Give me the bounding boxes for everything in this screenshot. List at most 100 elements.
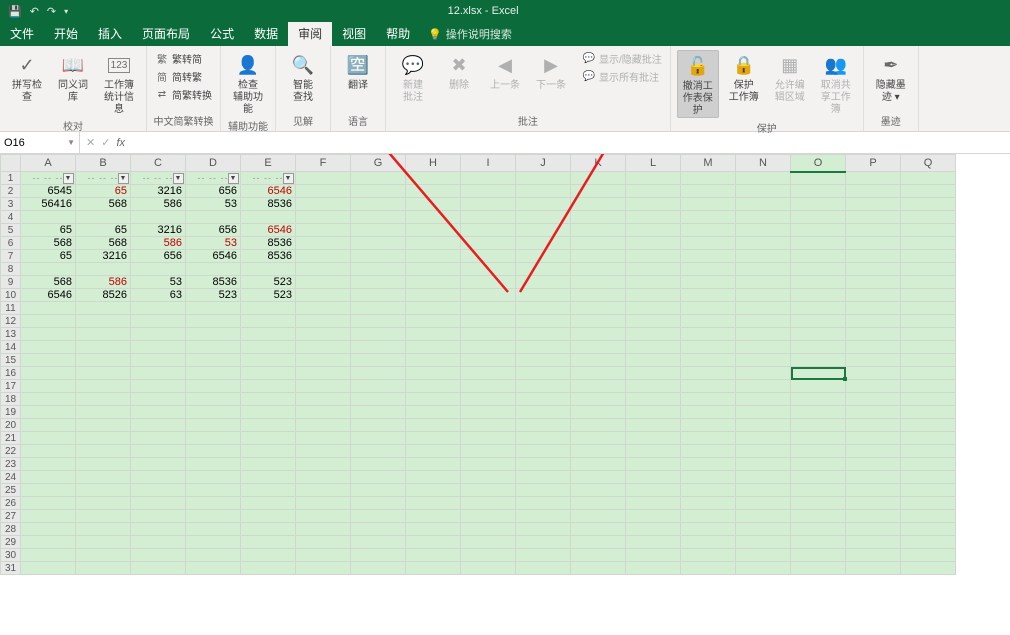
cell-M29[interactable]: [681, 536, 736, 549]
cell-D18[interactable]: [186, 393, 241, 406]
cell-C16[interactable]: [131, 367, 186, 380]
namebox-dropdown-icon[interactable]: ▼: [67, 138, 75, 147]
cell-A27[interactable]: [21, 510, 76, 523]
cell-E31[interactable]: [241, 562, 296, 575]
cell-C9[interactable]: 53: [131, 276, 186, 289]
row-header-25[interactable]: 25: [1, 484, 21, 497]
cell-G11[interactable]: [351, 302, 406, 315]
cell-K15[interactable]: [571, 354, 626, 367]
cell-G31[interactable]: [351, 562, 406, 575]
cell-O21[interactable]: [791, 432, 846, 445]
cell-Q5[interactable]: [901, 224, 956, 237]
cell-O28[interactable]: [791, 523, 846, 536]
cell-P1[interactable]: [846, 172, 901, 185]
filter-dropdown-icon[interactable]: ▼: [118, 173, 129, 184]
cell-L13[interactable]: [626, 328, 681, 341]
cell-J26[interactable]: [516, 497, 571, 510]
cell-A21[interactable]: [21, 432, 76, 445]
cell-M1[interactable]: [681, 172, 736, 185]
cell-I2[interactable]: [461, 185, 516, 198]
cell-L30[interactable]: [626, 549, 681, 562]
cell-L18[interactable]: [626, 393, 681, 406]
cell-F15[interactable]: [296, 354, 351, 367]
cell-O17[interactable]: [791, 380, 846, 393]
col-header-F[interactable]: F: [296, 155, 351, 172]
cell-A15[interactable]: [21, 354, 76, 367]
cell-J16[interactable]: [516, 367, 571, 380]
cell-B16[interactable]: [76, 367, 131, 380]
cell-J12[interactable]: [516, 315, 571, 328]
cell-I3[interactable]: [461, 198, 516, 211]
cell-N24[interactable]: [736, 471, 791, 484]
cell-K2[interactable]: [571, 185, 626, 198]
filter-dropdown-icon[interactable]: ▼: [228, 173, 239, 184]
filter-cell-C[interactable]: -- -- --▼: [131, 172, 186, 185]
cell-I6[interactable]: [461, 237, 516, 250]
tab-formulas[interactable]: 公式: [200, 22, 244, 46]
cell-N23[interactable]: [736, 458, 791, 471]
cell-P11[interactable]: [846, 302, 901, 315]
cell-E15[interactable]: [241, 354, 296, 367]
col-header-B[interactable]: B: [76, 155, 131, 172]
cell-Q10[interactable]: [901, 289, 956, 302]
cell-E7[interactable]: 8536: [241, 250, 296, 263]
cell-I18[interactable]: [461, 393, 516, 406]
cell-G10[interactable]: [351, 289, 406, 302]
cell-P14[interactable]: [846, 341, 901, 354]
cell-P17[interactable]: [846, 380, 901, 393]
cell-A4[interactable]: [21, 211, 76, 224]
cell-L4[interactable]: [626, 211, 681, 224]
row-header-9[interactable]: 9: [1, 276, 21, 289]
cell-O7[interactable]: [791, 250, 846, 263]
cell-P21[interactable]: [846, 432, 901, 445]
cell-Q15[interactable]: [901, 354, 956, 367]
cell-F4[interactable]: [296, 211, 351, 224]
cell-F6[interactable]: [296, 237, 351, 250]
cell-L10[interactable]: [626, 289, 681, 302]
cell-F21[interactable]: [296, 432, 351, 445]
select-all-corner[interactable]: [1, 155, 21, 172]
cell-A8[interactable]: [21, 263, 76, 276]
cell-A10[interactable]: 6546: [21, 289, 76, 302]
cell-N20[interactable]: [736, 419, 791, 432]
row-header-2[interactable]: 2: [1, 185, 21, 198]
cell-P26[interactable]: [846, 497, 901, 510]
cell-P7[interactable]: [846, 250, 901, 263]
cell-G7[interactable]: [351, 250, 406, 263]
cell-K31[interactable]: [571, 562, 626, 575]
cell-F5[interactable]: [296, 224, 351, 237]
cell-B19[interactable]: [76, 406, 131, 419]
cell-B9[interactable]: 586: [76, 276, 131, 289]
cell-B24[interactable]: [76, 471, 131, 484]
cell-E29[interactable]: [241, 536, 296, 549]
show-all-comments-button[interactable]: 💬显示所有批注: [580, 68, 664, 85]
cell-N14[interactable]: [736, 341, 791, 354]
cell-B10[interactable]: 8526: [76, 289, 131, 302]
cell-I23[interactable]: [461, 458, 516, 471]
col-header-K[interactable]: K: [571, 155, 626, 172]
cell-M20[interactable]: [681, 419, 736, 432]
cell-E16[interactable]: [241, 367, 296, 380]
cell-J23[interactable]: [516, 458, 571, 471]
cell-O5[interactable]: [791, 224, 846, 237]
simp-to-trad-button[interactable]: 简简转繁: [153, 68, 214, 85]
cell-G28[interactable]: [351, 523, 406, 536]
cell-B5[interactable]: 65: [76, 224, 131, 237]
cell-H1[interactable]: [406, 172, 461, 185]
cell-A13[interactable]: [21, 328, 76, 341]
cell-N5[interactable]: [736, 224, 791, 237]
cell-O20[interactable]: [791, 419, 846, 432]
cell-J31[interactable]: [516, 562, 571, 575]
tab-insert[interactable]: 插入: [88, 22, 132, 46]
cell-J9[interactable]: [516, 276, 571, 289]
row-header-4[interactable]: 4: [1, 211, 21, 224]
cell-H19[interactable]: [406, 406, 461, 419]
cell-A24[interactable]: [21, 471, 76, 484]
cell-E23[interactable]: [241, 458, 296, 471]
cell-I13[interactable]: [461, 328, 516, 341]
hide-ink-button[interactable]: ✒ 隐藏墨 迹 ▾: [870, 50, 912, 104]
cell-Q4[interactable]: [901, 211, 956, 224]
cell-H16[interactable]: [406, 367, 461, 380]
cell-J8[interactable]: [516, 263, 571, 276]
cell-H20[interactable]: [406, 419, 461, 432]
